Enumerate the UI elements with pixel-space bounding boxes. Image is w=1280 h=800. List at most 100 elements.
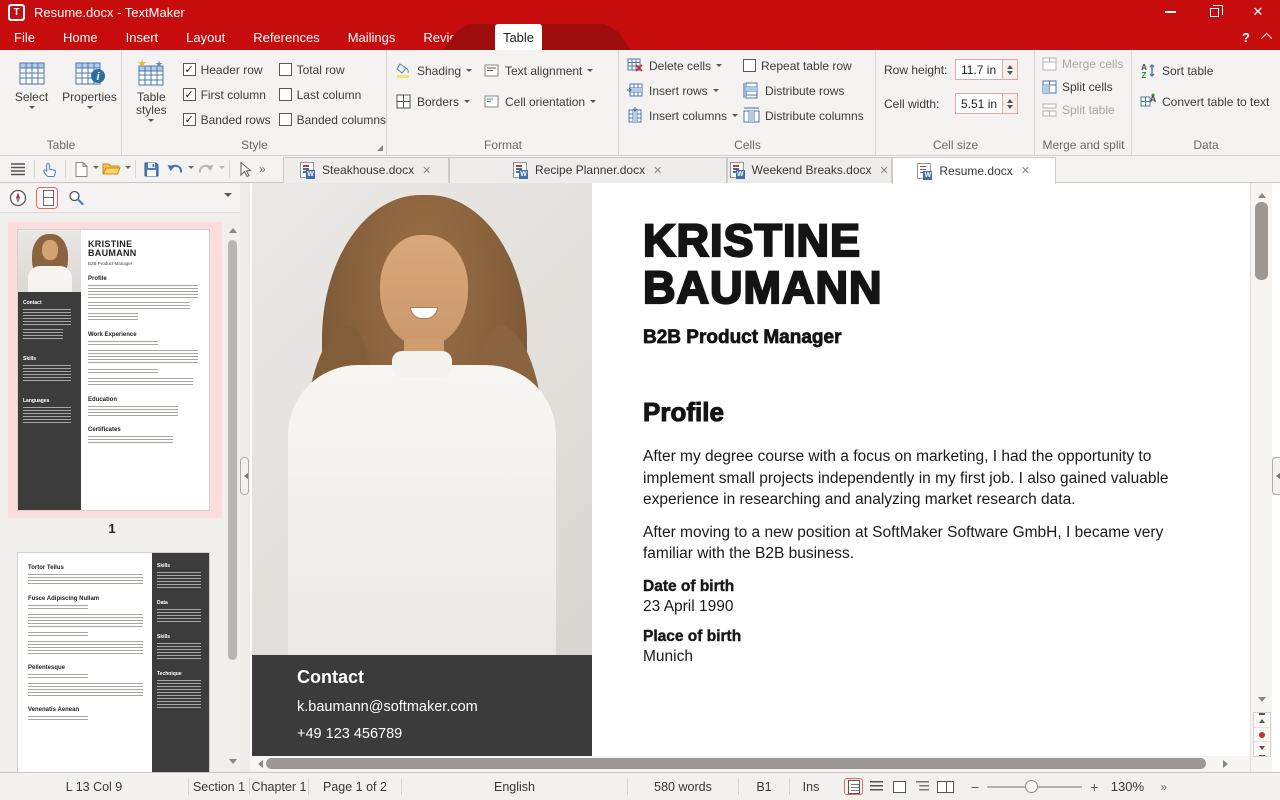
menu-insert[interactable]: Insert [112, 24, 173, 50]
insert-columns-button[interactable]: Insert columns [627, 107, 743, 124]
convert-table-to-text-button[interactable]: A Convert table to text [1140, 93, 1280, 110]
book-view-button[interactable] [936, 778, 955, 795]
vertical-scrollbar[interactable] [1250, 183, 1272, 772]
menu-layout[interactable]: Layout [172, 24, 239, 50]
borders-button[interactable]: Borders [395, 93, 483, 110]
paragraph-style-indicator[interactable]: B1 [739, 780, 789, 794]
open-button[interactable] [99, 158, 124, 180]
insert-mode-indicator[interactable]: Ins [790, 780, 832, 794]
header-row-checkbox[interactable]: Header row [183, 57, 271, 82]
tab-close-icon[interactable]: ✕ [653, 164, 662, 177]
cursor-position[interactable]: L 13 Col 9 [0, 780, 188, 794]
document-canvas[interactable]: Contact k.baumann@softmaker.com +49 123 … [250, 183, 1250, 772]
text-alignment-button[interactable]: Text alignment [483, 62, 619, 79]
scrollbar-thumb[interactable] [228, 240, 237, 660]
minimize-button[interactable] [1148, 0, 1192, 24]
next-page-button[interactable] [1254, 742, 1270, 756]
close-button[interactable]: ✕ [1236, 0, 1280, 24]
statusbar-overflow-icon[interactable]: » [1156, 780, 1170, 794]
scroll-down-icon[interactable] [1258, 697, 1266, 706]
row-height-input[interactable]: 11.7 in [955, 59, 1018, 80]
chapter-indicator[interactable]: Chapter 1 [250, 780, 308, 794]
tab-close-icon[interactable]: ✕ [422, 164, 431, 177]
splitter-collapse-handle[interactable] [240, 457, 249, 495]
distribute-rows-button[interactable]: Distribute rows [743, 82, 873, 99]
page-indicator[interactable]: Page 1 of 2 [309, 780, 401, 794]
word-count[interactable]: 580 words [628, 780, 738, 794]
sort-table-button[interactable]: AZ Sort table [1140, 62, 1280, 79]
toolbar-overflow-icon[interactable]: » [255, 162, 269, 176]
new-document-button[interactable] [70, 158, 92, 180]
split-table-button[interactable]: Split table [1042, 103, 1131, 117]
banded-rows-checkbox[interactable]: Banded rows [183, 107, 271, 132]
page-thumbnail-1[interactable]: Contact Skills Languages KRISTINE BAUMAN… [18, 230, 209, 510]
redo-button[interactable] [194, 158, 218, 180]
distribute-columns-button[interactable]: Distribute columns [743, 107, 873, 124]
page-layout-view-button[interactable] [844, 778, 863, 795]
scroll-left-icon[interactable] [254, 760, 263, 768]
undo-button[interactable] [163, 158, 187, 180]
horizontal-scrollbar[interactable] [250, 756, 1250, 772]
split-cells-button[interactable]: Split cells [1042, 80, 1131, 94]
zoom-slider[interactable] [987, 786, 1082, 788]
fullscreen-view-button[interactable] [890, 778, 909, 795]
thumbnails-button[interactable] [36, 187, 58, 209]
merge-cells-button[interactable]: Merge cells [1042, 57, 1131, 71]
tab-close-icon[interactable]: ✕ [880, 164, 889, 177]
browse-object-button[interactable] [1254, 728, 1270, 743]
scroll-up-icon[interactable] [229, 224, 237, 233]
help-icon[interactable]: ? [1238, 30, 1254, 45]
language-indicator[interactable]: English [402, 780, 627, 794]
doc-tab-recipe-planner[interactable]: Recipe Planner.docx ✕ [449, 157, 727, 183]
zoom-level[interactable]: 130% [1098, 779, 1156, 794]
first-column-checkbox[interactable]: First column [183, 82, 271, 107]
repeat-table-row-checkbox[interactable]: Repeat table row [743, 57, 873, 74]
menu-file[interactable]: File [0, 24, 49, 50]
doc-tab-steakhouse[interactable]: Steakhouse.docx ✕ [283, 157, 449, 183]
row-height-spinner[interactable] [1002, 60, 1017, 79]
shading-button[interactable]: Shading [395, 62, 483, 79]
right-panel-collapse-handle[interactable] [1272, 457, 1280, 495]
banded-columns-checkbox[interactable]: Banded columns [279, 107, 386, 132]
previous-page-button[interactable] [1254, 713, 1270, 728]
scrollbar-thumb[interactable] [1255, 202, 1268, 280]
tab-table-active[interactable]: Table [495, 24, 542, 50]
doc-tab-weekend-breaks[interactable]: Weekend Breaks.docx ✕ [727, 157, 892, 183]
navigation-button[interactable] [7, 187, 29, 209]
delete-cells-button[interactable]: Delete cells [627, 57, 743, 74]
object-mode-button[interactable] [234, 158, 255, 180]
search-button[interactable] [65, 187, 87, 209]
tab-close-icon[interactable]: ✕ [1021, 164, 1030, 177]
restore-button[interactable] [1192, 0, 1236, 24]
cell-width-input[interactable]: 5.51 in [955, 93, 1018, 114]
scroll-up-icon[interactable] [1258, 189, 1266, 198]
sidebar-options-dropdown[interactable] [224, 193, 232, 201]
menu-home[interactable]: Home [49, 24, 112, 50]
cell-orientation-button[interactable]: Cell orientation [483, 93, 619, 110]
page-thumbnail-2[interactable]: Skills Data Skills Technique Tortor Tell… [18, 553, 209, 772]
scroll-right-icon[interactable] [1223, 760, 1232, 768]
collapse-ribbon-icon[interactable] [1261, 33, 1272, 44]
save-button[interactable] [140, 158, 163, 180]
total-row-checkbox[interactable]: Total row [279, 57, 386, 82]
sidebar-menu-button[interactable] [6, 158, 30, 180]
scroll-down-icon[interactable] [229, 759, 237, 768]
zoom-slider-knob[interactable] [1025, 780, 1038, 793]
menu-mailings[interactable]: Mailings [334, 24, 410, 50]
insert-rows-button[interactable]: Insert rows [627, 82, 743, 99]
outline-view-button[interactable] [913, 778, 932, 795]
menu-references[interactable]: References [239, 24, 333, 50]
open-dropdown-arrow[interactable] [125, 166, 131, 172]
cell-width-spinner[interactable] [1002, 94, 1017, 113]
zoom-out-button[interactable]: − [971, 779, 979, 795]
section-indicator[interactable]: Section 1 [189, 780, 249, 794]
scrollbar-thumb[interactable] [266, 758, 1206, 769]
sidebar-scrollbar[interactable] [226, 222, 239, 772]
sidebar-splitter[interactable] [240, 183, 250, 772]
touch-mode-button[interactable] [39, 158, 61, 180]
normal-view-button[interactable] [867, 778, 886, 795]
redo-dropdown-arrow[interactable] [219, 166, 225, 172]
last-column-checkbox[interactable]: Last column [279, 82, 386, 107]
zoom-in-button[interactable]: + [1090, 779, 1098, 795]
doc-tab-resume[interactable]: Resume.docx ✕ [892, 157, 1056, 184]
